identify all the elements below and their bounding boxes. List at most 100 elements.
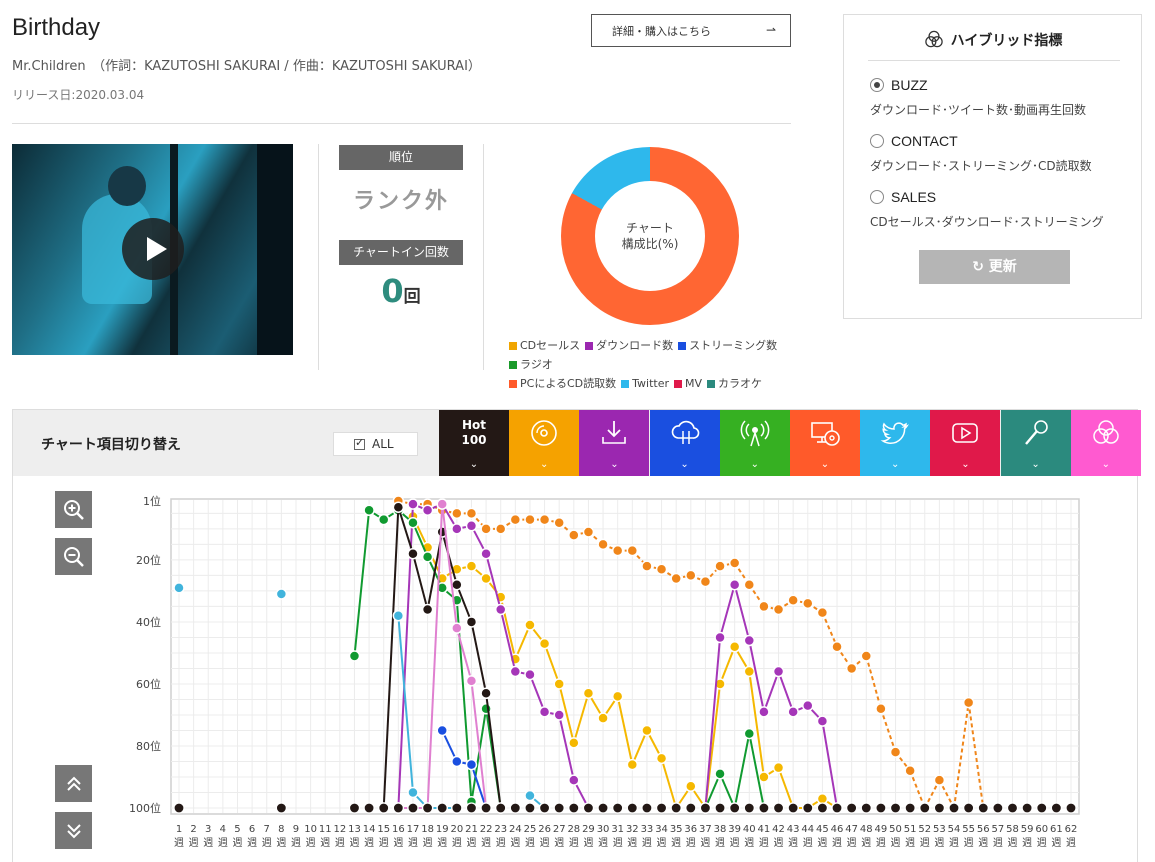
x-tick-label: 55 [962, 824, 975, 835]
legend-item: ラジオ [509, 356, 553, 374]
data-point-hot100-out [787, 802, 799, 814]
data-point-cd [626, 758, 639, 771]
data-point-dl [480, 547, 492, 560]
x-tick-unit: 週 [1022, 837, 1032, 849]
x-tick-label: 31 [611, 824, 624, 835]
data-point-dl [509, 665, 522, 678]
legend-swatch [678, 342, 687, 350]
option-buzz-label: BUZZ [891, 77, 928, 93]
play-icon[interactable] [122, 218, 184, 280]
data-point-hot100-out [568, 802, 580, 814]
legend-item: ストリーミング数 [678, 337, 777, 355]
x-tick-unit: 週 [583, 837, 593, 849]
x-tick-unit: 週 [496, 837, 506, 849]
option-contact[interactable]: CONTACT [870, 133, 958, 149]
data-point-hot100-out [846, 802, 858, 814]
x-tick-unit: 週 [964, 837, 974, 849]
data-point-dl [451, 523, 463, 535]
x-tick-label: 27 [553, 824, 566, 835]
x-tick-unit: 週 [408, 837, 418, 849]
x-tick-unit: 週 [291, 837, 301, 849]
data-point-pc [524, 513, 536, 526]
data-point-pc [772, 603, 785, 616]
x-tick-unit: 週 [832, 837, 842, 849]
data-point-hot100-out [772, 802, 785, 814]
legend-swatch [509, 342, 517, 350]
data-point-dl [421, 504, 434, 517]
x-tick-label: 54 [948, 824, 961, 835]
song-title: Birthday [12, 14, 101, 41]
data-point-pc [728, 557, 741, 569]
data-point-pc [480, 523, 492, 535]
y-tick-label: 20位 [136, 553, 161, 567]
data-point-pc [553, 516, 565, 529]
data-point-dl [538, 706, 551, 718]
y-tick-label: 100位 [129, 801, 161, 815]
data-point-pc [743, 578, 756, 591]
legend-swatch [509, 361, 517, 369]
x-tick-label: 23 [494, 824, 507, 835]
data-point-pc [831, 640, 843, 653]
radio-icon[interactable] [870, 134, 884, 148]
legend-swatch [585, 342, 594, 350]
data-point-cd [816, 792, 829, 805]
x-tick-unit: 週 [657, 837, 667, 849]
data-point-pc [670, 572, 682, 585]
radio-selected-icon[interactable] [870, 78, 884, 92]
x-tick-label: 28 [567, 824, 580, 835]
x-tick-label: 22 [480, 824, 493, 835]
data-point-hot100-out [597, 802, 609, 814]
data-point-hot100-out [919, 802, 931, 814]
x-tick-unit: 週 [554, 837, 564, 849]
chart-section: チャート項目切り替え ALL Hot100⌄⌄⌄⌄⌄⌄⌄⌄⌄⌄ [12, 409, 1141, 862]
data-point-hot100-out [378, 802, 390, 814]
x-tick-unit: 週 [949, 837, 959, 849]
x-tick-label: 12 [333, 824, 346, 835]
x-tick-label: 7 [264, 824, 270, 835]
data-point-hot100-out [1036, 802, 1048, 814]
x-tick-label: 15 [377, 824, 390, 835]
x-tick-unit: 週 [276, 837, 286, 849]
x-tick-unit: 週 [335, 837, 345, 849]
x-tick-label: 58 [1006, 824, 1019, 835]
data-point-cd [582, 687, 595, 700]
radio-icon[interactable] [870, 190, 884, 204]
data-point-hot100-out [538, 802, 551, 814]
video-thumbnail[interactable] [12, 144, 293, 355]
x-tick-label: 8 [278, 824, 284, 835]
data-point-radio [348, 650, 361, 662]
x-tick-label: 47 [845, 824, 858, 835]
x-tick-unit: 週 [861, 837, 871, 849]
option-buzz[interactable]: BUZZ [870, 77, 928, 93]
x-tick-label: 51 [904, 824, 917, 835]
x-tick-label: 43 [787, 824, 800, 835]
data-point-hot100-out [275, 802, 287, 814]
data-point-hot100-out [831, 802, 843, 814]
data-point-hot100-out [933, 802, 945, 814]
legend-item: MV [674, 375, 702, 393]
x-tick-label: 41 [758, 824, 771, 835]
data-point-pc [611, 544, 624, 557]
data-point-pc [451, 507, 463, 520]
data-point-dl [758, 706, 770, 718]
x-tick-unit: 週 [466, 837, 476, 849]
x-tick-unit: 週 [393, 837, 403, 849]
option-sales[interactable]: SALES [870, 189, 936, 205]
x-tick-label: 57 [992, 824, 1005, 835]
update-button[interactable]: ↻ 更新 [919, 250, 1070, 284]
data-point-hot100-out [670, 802, 682, 814]
x-tick-label: 34 [655, 824, 668, 835]
data-point-mv [436, 498, 448, 510]
data-point-hot100-out [451, 802, 463, 814]
x-tick-label: 37 [699, 824, 712, 835]
data-point-dl [553, 709, 565, 721]
data-point-dl [407, 498, 419, 510]
legend-item: PCによるCD読取数 [509, 375, 616, 393]
x-tick-label: 11 [319, 824, 332, 835]
data-point-twitter [275, 588, 288, 600]
x-tick-unit: 週 [671, 837, 681, 849]
data-point-hot100-out [860, 802, 872, 814]
data-point-hot100-out [655, 802, 668, 814]
y-tick-label: 60位 [136, 677, 161, 691]
detail-purchase-button[interactable]: 詳細・購入はこちら ⇀ [591, 14, 791, 47]
